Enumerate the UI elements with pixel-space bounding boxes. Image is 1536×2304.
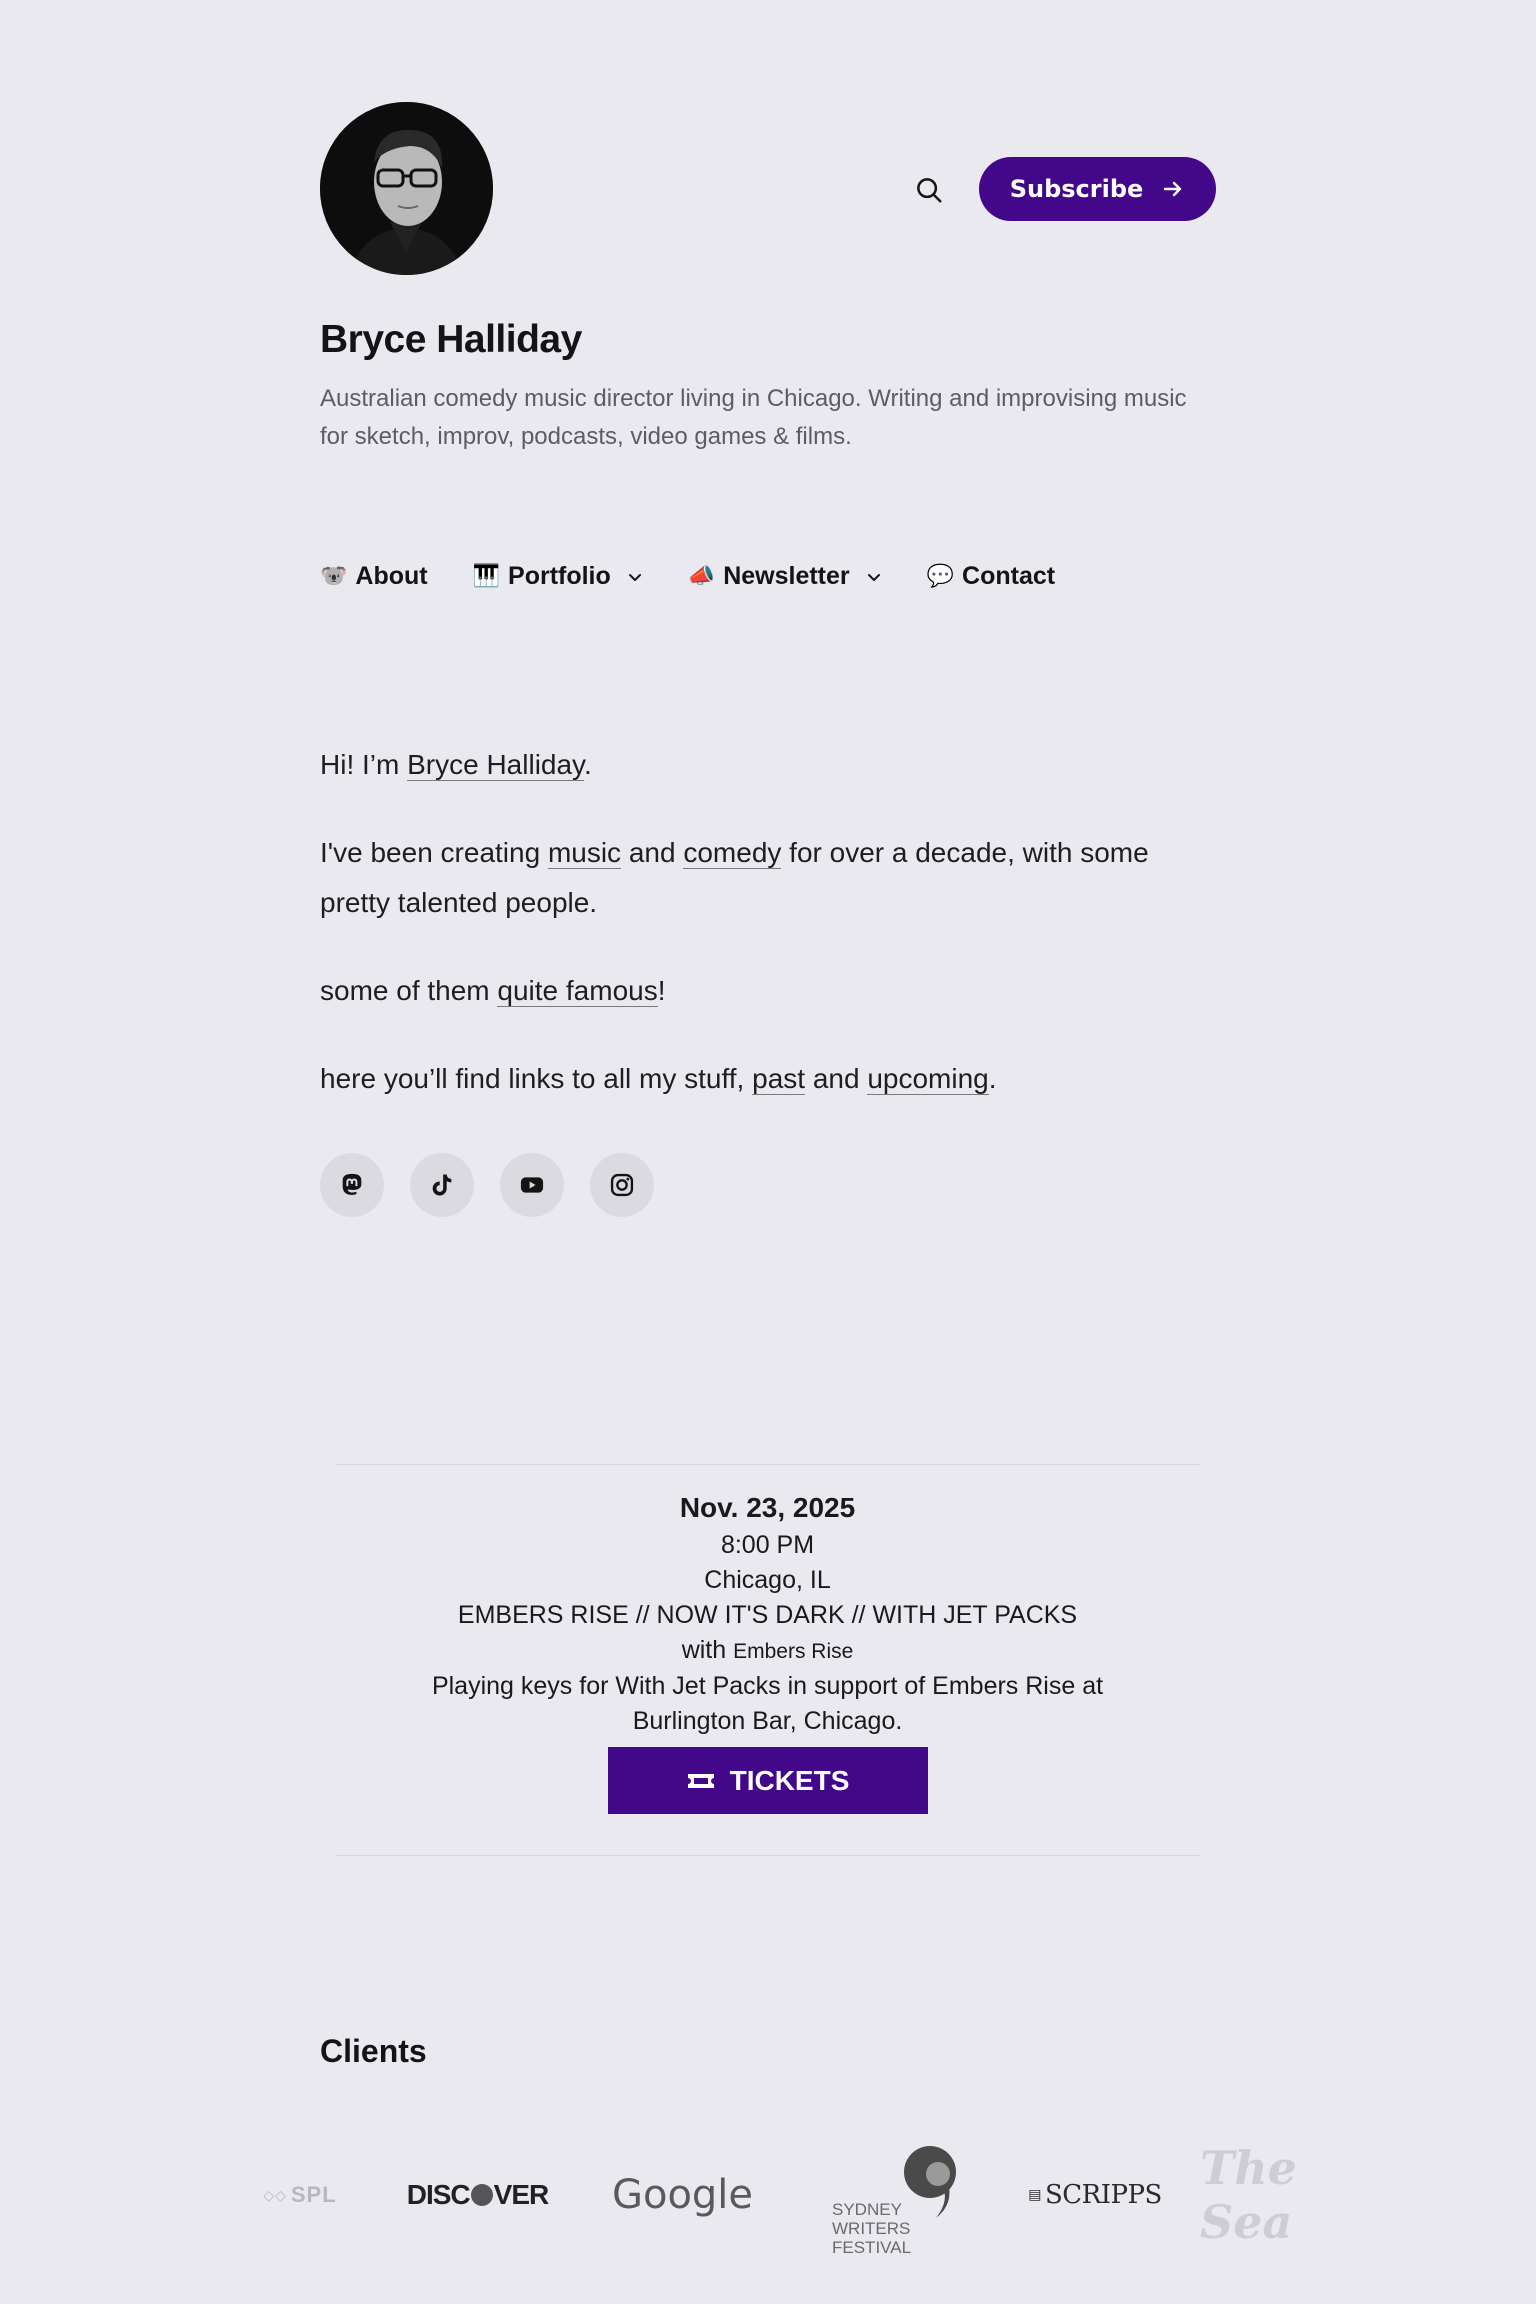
arrow-right-icon [1164,181,1182,197]
spl-logo-text: SPL [290,2182,337,2207]
intro-paragraph: I've been creating music and comedy for … [320,828,1220,928]
sydney-line: FESTIVAL [832,2238,912,2257]
tickets-button[interactable]: TICKETS [607,1747,928,1814]
event-with-prefix: with [681,1636,727,1664]
intro-paragraph: Hi! I’m Bryce Halliday. [320,740,1220,790]
discover-logo-text: VER [493,2179,550,2210]
mastodon-link[interactable] [320,1153,384,1217]
search-button[interactable] [910,171,948,209]
event-location: Chicago, IL [704,1566,831,1594]
discover-dot-icon [470,2184,493,2206]
site-tagline: Australian comedy music director living … [320,385,1187,450]
avatar-portrait [320,102,493,275]
instagram-icon [610,1173,634,1197]
comedy-link[interactable]: comedy [683,837,782,869]
event-date: Nov. 23, 2025 [679,1492,856,1523]
past-link[interactable]: past [752,1063,806,1095]
nav-label-about: About [355,562,428,590]
tiktok-icon [432,1174,452,1196]
text: some of them [320,975,498,1006]
piano-icon: 🎹 [472,564,501,589]
text: . [988,1063,997,1094]
text: and [621,837,684,868]
upcoming-link[interactable]: upcoming [867,1063,989,1095]
text: here you’ll find links to all my stuff, [320,1063,753,1094]
intro-copy: Hi! I’m Bryce Halliday. I've been creati… [320,740,1220,1142]
event-card: Nov. 23, 2025 8:00 PM Chicago, IL EMBERS… [335,1488,1200,1814]
main-nav: 🐨 About 🎹 Portfolio 📣 Newsletter 💬 Conta… [320,562,1055,591]
script-logo: The Sea [1190,2130,1295,2260]
google-logo-text: Google [611,2172,754,2218]
nav-label-newsletter: Newsletter [723,562,850,590]
script-logo-text: The Sea [1200,2141,1295,2249]
google-logo: Google [595,2130,770,2260]
page: Subscribe Bryce Halliday Australian come… [0,0,1536,2304]
discover-logo: DISC VER [360,2130,595,2260]
ticket-icon [687,1773,714,1788]
quite-famous-link[interactable]: quite famous [497,975,658,1007]
scripps-mark-icon: ▤ [1028,2187,1041,2203]
site-title[interactable]: Bryce Halliday [320,318,582,362]
scripps-logo: ▤ SCRIPPS [1000,2130,1190,2260]
event-title: EMBERS RISE // NOW IT'S DARK // WITH JET… [457,1601,1078,1629]
sydney-line: SYDNEY [832,2200,902,2219]
intro-paragraph: some of them quite famous! [320,966,1220,1016]
social-links [320,1153,654,1217]
mastodon-icon [342,1173,362,1195]
nav-label-contact: Contact [962,562,1056,590]
subscribe-label: Subscribe [1009,175,1144,203]
koala-icon: 🐨 [320,564,348,589]
speech-bubble-icon: 💬 [926,564,955,589]
instagram-link[interactable] [590,1153,654,1217]
nav-item-about[interactable]: 🐨 About [320,562,428,591]
discover-logo-text: DISC [406,2179,471,2210]
nav-item-portfolio[interactable]: 🎹 Portfolio [473,562,643,591]
event-time: 8:00 PM [720,1531,815,1559]
avatar[interactable] [320,102,493,275]
event-with: with Embers Rise [335,1633,1200,1669]
search-icon [917,178,942,203]
sydney-logo-text: SYDNEY WRITERS FESTIVAL [832,2200,911,2257]
name-link[interactable]: Bryce Halliday [407,749,584,781]
youtube-link[interactable] [500,1153,564,1217]
client-logo-strip: ◇◇ SPL DISC VER Google SYDNEY WRITERS FES… [240,2130,1295,2260]
text: and [805,1063,868,1094]
spl-mark-icon: ◇◇ [263,2186,287,2203]
event-description: Playing keys for With Jet Packs in suppo… [431,1672,1104,1735]
nav-label-portfolio: Portfolio [508,562,611,590]
scripps-logo-text: SCRIPPS [1044,2180,1162,2210]
chevron-down-icon [866,569,882,585]
subscribe-button[interactable]: Subscribe [979,157,1216,221]
megaphone-icon: 📣 [687,564,716,589]
text: . [583,749,592,780]
sydney-writers-festival-logo: SYDNEY WRITERS FESTIVAL [770,2130,1000,2260]
spl-logo: ◇◇ SPL [240,2130,360,2260]
divider [335,1464,1200,1465]
event-with-name: Embers Rise [733,1640,854,1663]
chevron-down-icon [627,569,643,585]
nav-item-contact[interactable]: 💬 Contact [927,562,1055,591]
intro-paragraph: here you’ll find links to all my stuff, … [320,1054,1220,1104]
text: Hi! I’m [320,749,408,780]
divider [335,1855,1200,1856]
tiktok-link[interactable] [410,1153,474,1217]
music-link[interactable]: music [547,837,622,869]
youtube-icon [520,1177,544,1193]
text: I've been creating [320,837,548,868]
sydney-line: WRITERS [832,2219,911,2238]
text: ! [657,975,666,1006]
nav-item-newsletter[interactable]: 📣 Newsletter [688,562,882,591]
clients-heading: Clients [320,2033,427,2069]
tickets-label: TICKETS [729,1764,850,1796]
